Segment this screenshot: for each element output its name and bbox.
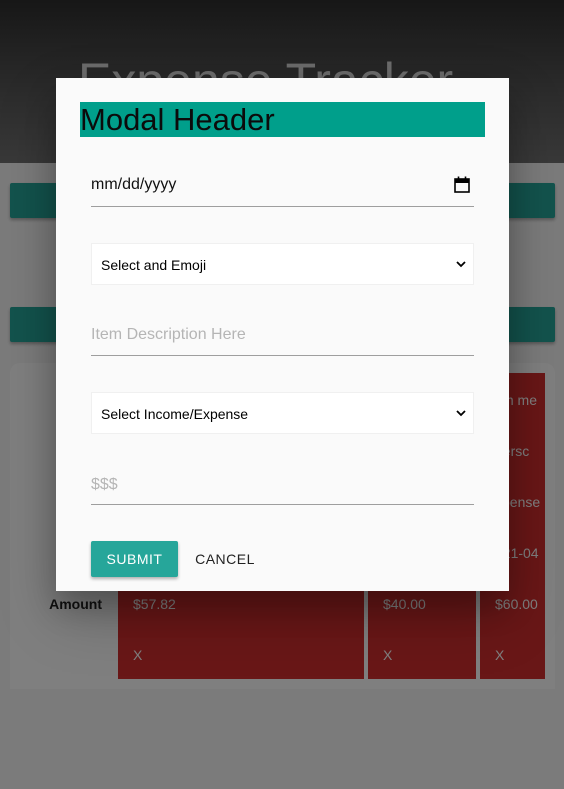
date-input[interactable]: mm/dd/yyyy xyxy=(91,169,474,207)
chevron-down-icon xyxy=(456,410,466,417)
modal-header: Modal Header xyxy=(80,102,485,137)
emoji-select-value: Select and Emoji xyxy=(101,257,207,273)
calendar-icon[interactable] xyxy=(454,176,470,193)
income-expense-select-value: Select Income/Expense xyxy=(101,406,249,422)
entry-modal: Modal Header mm/dd/yyyy Select and Emoji… xyxy=(56,78,509,591)
date-placeholder: mm/dd/yyyy xyxy=(91,176,177,193)
description-placeholder: Item Description Here xyxy=(91,326,246,343)
amount-input[interactable]: $$$ xyxy=(91,468,474,505)
chevron-down-icon xyxy=(456,261,466,268)
income-expense-select[interactable]: Select Income/Expense xyxy=(91,392,474,434)
cancel-button[interactable]: CANCEL xyxy=(186,541,264,577)
submit-button[interactable]: SUBMIT xyxy=(91,541,178,577)
amount-placeholder: $$$ xyxy=(91,476,118,493)
emoji-select[interactable]: Select and Emoji xyxy=(91,243,474,285)
description-input[interactable]: Item Description Here xyxy=(91,318,474,356)
